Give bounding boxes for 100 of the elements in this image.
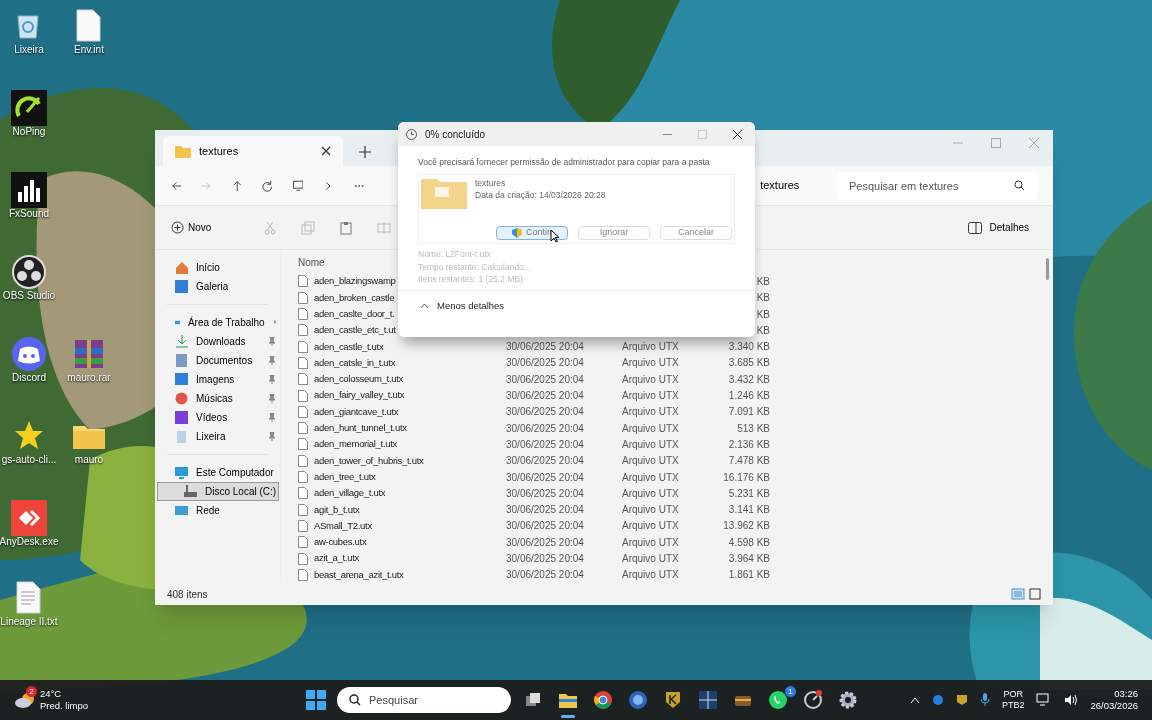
file-name[interactable]: aden_castle_t.utx <box>314 339 506 354</box>
sidebar-item[interactable]: Downloads <box>155 332 280 351</box>
sidebar-item[interactable]: Imagens <box>155 370 280 389</box>
icon-label[interactable]: AnyDesk.exe <box>0 536 59 549</box>
detail-text: Nome: L2Font-r.utx <box>418 248 492 261</box>
sidebar-item[interactable]: Este Computador <box>155 463 280 482</box>
file-name[interactable]: aw-cubes.utx <box>314 535 506 550</box>
file-icon <box>298 568 308 581</box>
file-date: 30/06/2025 20:04 <box>506 372 585 387</box>
layout-text[interactable]: PTB2 <box>1001 700 1025 711</box>
icon-label[interactable]: Discord <box>12 372 46 385</box>
file-type: Arquivo UTX <box>622 356 680 371</box>
dialog-button[interactable]: Cancelar <box>660 226 732 240</box>
column-header[interactable]: Nome <box>298 255 325 271</box>
file-size: 7.091 KB <box>727 405 770 420</box>
sidebar-item[interactable]: Disco Local (C:) <box>157 482 279 501</box>
icon-label[interactable]: Env.int <box>74 44 104 57</box>
paste-icon <box>339 220 354 235</box>
weather-text[interactable]: Pred. limpo <box>40 700 89 712</box>
clock-date[interactable]: 26/03/2026 <box>1090 700 1138 712</box>
file-name[interactable]: aden_colosseum_t.utx <box>314 372 506 387</box>
file-type: Arquivo UTX <box>622 405 680 420</box>
file-name[interactable]: aden_village_t.utx <box>314 486 506 501</box>
file-size: KB <box>755 307 770 322</box>
file-size: 16.176 KB <box>722 470 770 485</box>
file-size: 3.432 KB <box>727 372 770 387</box>
close-icon <box>321 146 331 156</box>
file-type: Arquivo UTX <box>622 503 680 518</box>
weather-icon <box>14 691 36 709</box>
back-icon <box>171 179 182 192</box>
icon-label[interactable]: gs-auto-cli... <box>1 454 57 467</box>
file-icon <box>298 438 308 451</box>
less-details-button[interactable]: Menos detalhes <box>420 298 755 313</box>
app-icon <box>11 172 47 208</box>
clock-time[interactable]: 03:26 <box>1114 688 1138 700</box>
file-date: 30/06/2025 20:04 <box>506 389 585 404</box>
language-text[interactable]: POR <box>1003 689 1023 700</box>
file-icon <box>298 405 308 418</box>
file-size: KB <box>755 275 770 289</box>
file-name[interactable]: ASmall_T2.utx <box>314 518 506 534</box>
sidebar-item[interactable]: Rede <box>155 501 280 520</box>
file-name[interactable]: agit_b_t.utx <box>314 502 506 517</box>
sidebar-item[interactable]: Área de Trabalho <box>155 313 280 332</box>
app-icon <box>838 690 858 710</box>
microphone-icon <box>979 693 990 707</box>
temperature[interactable]: 24°C <box>40 688 89 700</box>
file-icon <box>298 308 308 321</box>
file-type: Arquivo UTX <box>622 486 680 501</box>
file-date: 30/06/2025 20:04 <box>506 552 585 567</box>
tray-icon <box>955 694 968 706</box>
forward-icon <box>201 179 212 192</box>
file-name[interactable]: aden_tower_of_hubris_t.utx <box>314 453 506 468</box>
file-name[interactable]: azit_a_t.utx <box>314 551 506 566</box>
panel-icon <box>967 221 982 234</box>
app-icon <box>11 90 47 126</box>
file-size: 513 KB <box>736 421 770 436</box>
sidebar-item[interactable]: Lixeira <box>155 427 280 446</box>
file-name[interactable]: aden_hunt_tunnel_t.utx <box>314 421 506 436</box>
file-type: Arquivo UTX <box>622 552 680 567</box>
tab[interactable]: textures <box>163 136 343 166</box>
tab-title: textures <box>199 143 240 159</box>
file-date: 30/06/2025 20:04 <box>506 340 585 355</box>
file-icon <box>298 503 308 516</box>
file-icon <box>298 536 308 549</box>
sidebar-item[interactable]: Galeria <box>155 277 280 296</box>
icon-label[interactable]: Lixeira <box>14 44 44 57</box>
sidebar-item[interactable]: Início <box>155 258 280 277</box>
file-icon <box>298 340 308 353</box>
file-icon <box>298 389 308 402</box>
sidebar-item[interactable]: Documentos <box>155 351 280 370</box>
dialog-button[interactable]: Ignorar <box>578 226 650 240</box>
file-size: KB <box>755 291 770 306</box>
file-name[interactable]: aden_memorial_t.utx <box>314 437 506 452</box>
shield-icon <box>512 228 522 238</box>
refresh-icon <box>262 179 273 192</box>
details-button[interactable]: Detalhes <box>967 220 1029 235</box>
search-icon <box>349 694 361 706</box>
icon-label[interactable]: NoPing <box>12 126 46 139</box>
file-name[interactable]: aden_catsle_in_t.utx <box>314 355 506 371</box>
address-text[interactable]: textures <box>760 177 800 194</box>
up-icon <box>231 179 243 192</box>
file-name[interactable]: beast_arena_azit_t.utx <box>314 567 506 582</box>
icon-label[interactable]: FxSound <box>9 208 49 221</box>
file-name[interactable]: aden_fairy_valley_t.utx <box>314 388 506 403</box>
search-field[interactable]: Pesquisar em textures <box>836 171 1037 200</box>
file-name[interactable]: aden_giantcave_t.utx <box>314 404 506 419</box>
file-type: Arquivo UTX <box>622 519 680 534</box>
new-button[interactable]: Novo <box>167 220 216 235</box>
copy-icon <box>301 220 316 235</box>
scrollbar-thumb[interactable] <box>1046 258 1049 280</box>
sidebar-item[interactable]: Músicas <box>155 389 280 408</box>
file-date: 30/06/2025 20:04 <box>506 519 585 534</box>
file-date: 30/06/2025 20:04 <box>506 568 585 583</box>
permission-message: Você precisará fornecer permissão de administrador para copiar para a pasta <box>418 156 711 168</box>
file-name[interactable]: aden_tree_t.utx <box>314 469 506 485</box>
file-size: 13.962 KB <box>722 519 770 534</box>
file-date: 30/06/2025 20:04 <box>506 486 585 501</box>
search-field[interactable]: Pesquisar <box>337 687 511 713</box>
detail-text: Itens restantes: 1 (25,2 MB) <box>418 273 524 286</box>
sidebar-item[interactable]: Vídeos <box>155 408 280 427</box>
